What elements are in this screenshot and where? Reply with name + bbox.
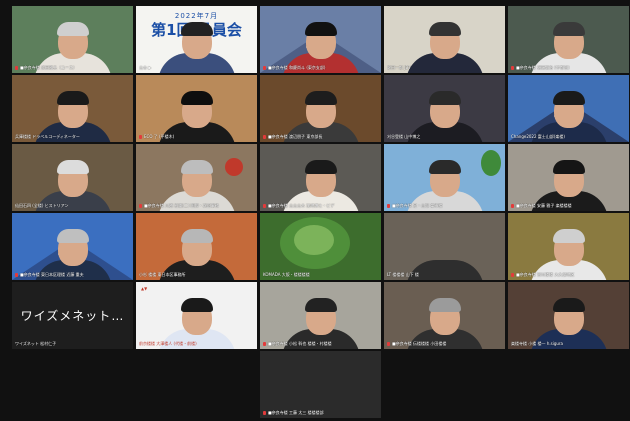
participant-gallery: ■奈良寺楼 武田雅夫（ユース） 2022年7月 第1回 役員会 19 山本 ▶ … [12,6,629,418]
participant-name: Change2022 富士山部(楽楼) [511,134,565,139]
participant-tile[interactable]: ■奈良寺楼 東日本区理楼 近藤 重夫 [12,213,133,280]
participant-name: 前京楼楼 大澤楼人 (代楼・前楼) [139,341,197,346]
participant-tile[interactable]: 仙田石四 (全楼) ヒストリアン [12,144,133,211]
mic-muted-icon [263,411,266,415]
empty-slot [136,351,257,418]
participant-tile[interactable]: Change2022 富士山部(楽楼) [508,75,629,142]
participant-name: ■奈良寺楼 武田雅夫（ユース） [15,65,130,71]
participant-tile[interactable]: ■奈良寺楼 伝楼楼楼 小田楼楼 [384,282,505,349]
participant-display-name: ワイズメネット… [20,309,125,323]
participant-tile[interactable]: 楽楼寺楼 小楼 楼一 h.sigura [508,282,629,349]
participant-name: 山本 ▶ [139,65,152,70]
participant-tile[interactable]: ■奈良寺楼 工藤 太三 楼楼楼部 [260,351,381,418]
mic-muted-icon [263,204,266,208]
video-conference-window: ■奈良寺楼 武田雅夫（ユース） 2022年7月 第1回 役員会 19 山本 ▶ … [0,0,630,421]
participant-name: ■奈良寺楼 山山山木 加地博士・ビデ [263,203,378,209]
empty-slot [12,351,133,418]
mic-muted-icon [15,66,18,70]
participant-tile[interactable]: 兵庫楼楼 ドラベルコーディネーター [12,75,133,142]
participant-name: 仙田石四 (全楼) ヒストリアン [15,203,69,208]
participant-tile[interactable]: ■奈良寺楼 須藤誠治 (宇都宮) [508,6,629,73]
participant-name: ■奈良寺楼 宮村楼楼 大久保地区 [511,272,626,278]
participant-tile[interactable]: ■奈良寺楼 渡辺朋子 東京部長 [260,75,381,142]
participant-tile[interactable]: ▲▼ 前京楼楼 大澤楼人 (代楼・前楼) [136,282,257,349]
participant-name: ■奈良寺楼 東日本区理楼 近藤 重夫 [15,272,130,278]
participant-tile[interactable]: ■奈良寺楼 安藤 雅子 楽楼楼楼 [508,144,629,211]
participant-tile[interactable]: ■奈良寺楼 小松 幹也 楼楼・村楼楼 [260,282,381,349]
participant-name: ■奈良寺楼 工藤 太三 楼楼楼部 [263,410,378,416]
mic-muted-icon [511,66,514,70]
participant-tile-camera-off[interactable]: ワイズメネット… ワイズネット 松村仁子 [12,282,133,349]
mic-muted-icon [511,273,514,277]
participant-name: 兵庫楼楼 ドラベルコーディネーター [15,134,80,139]
participant-name: ■奈良寺楼 安藤 雅子 楽楼楼楼 [511,203,626,209]
participant-name: 鍵田一郎 JBT [387,65,411,70]
mic-muted-icon [263,66,266,70]
mic-muted-icon [387,204,390,208]
participant-name: ECO 了 (平楼木) [139,134,254,140]
participant-tile[interactable]: ■奈良寺楼 足・山部 楽市楼 [384,144,505,211]
mic-muted-icon [139,135,142,139]
participant-tile[interactable]: 小杉 楼楼 東日本区事務所 [136,213,257,280]
participant-name: KOMADA 大阪・楼楼楼楼 [263,272,310,277]
mic-muted-icon [263,342,266,346]
participant-tile[interactable]: ■奈良寺楼 川越 宏重(ニ) 国際・次回事務 [136,144,257,211]
banner-date: 2022年7月 [174,12,219,20]
participant-tile[interactable]: LT 楼楼楼 山下 楼 [384,213,505,280]
mic-muted-icon [15,273,18,277]
participant-tile[interactable]: ■奈良寺楼 和慶尚斗 (東京支部) [260,6,381,73]
participant-tile[interactable]: 刈谷登楼 山中博之 [384,75,505,142]
participant-name: ■奈良寺楼 川越 宏重(ニ) 国際・次回事務 [139,203,254,209]
mic-muted-icon [387,342,390,346]
participant-name: 楽楼寺楼 小楼 楼一 h.sigura [511,341,563,346]
participant-name: ■奈良寺楼 小松 幹也 楼楼・村楼楼 [263,341,378,347]
participant-tile[interactable]: ■奈良寺楼 宮村楼楼 大久保地区 [508,213,629,280]
participant-tile[interactable]: ECO 了 (平楼木) [136,75,257,142]
participant-name: ■奈良寺楼 須藤誠治 (宇都宮) [511,65,626,71]
participant-tile[interactable]: ■奈良寺楼 山山山木 加地博士・ビデ [260,144,381,211]
mic-muted-icon [263,135,266,139]
participant-tile[interactable]: 鍵田一郎 JBT [384,6,505,73]
participant-name: LT 楼楼楼 山下 楼 [387,272,419,277]
mic-muted-icon [511,204,514,208]
participant-name: ■奈良寺楼 足・山部 楽市楼 [387,203,502,209]
participant-name: 刈谷登楼 山中博之 [387,134,421,139]
participant-name: ■奈良寺楼 渡辺朋子 東京部長 [263,134,378,140]
participant-tile[interactable]: ■奈良寺楼 武田雅夫（ユース） [12,6,133,73]
participant-name: ■奈良寺楼 伝楼楼楼 小田楼楼 [387,341,502,347]
participant-tile[interactable]: 2022年7月 第1回 役員会 19 山本 ▶ [136,6,257,73]
participant-name: ■奈良寺楼 和慶尚斗 (東京支部) [263,65,378,71]
participant-name: 小杉 楼楼 東日本区事務所 [139,272,186,277]
mic-muted-icon [139,204,142,208]
participant-name: ワイズネット 松村仁子 [15,341,57,346]
participant-tile[interactable]: KOMADA 大阪・楼楼楼楼 [260,213,381,280]
ys-logo-icon: ▲▼ [141,286,148,291]
